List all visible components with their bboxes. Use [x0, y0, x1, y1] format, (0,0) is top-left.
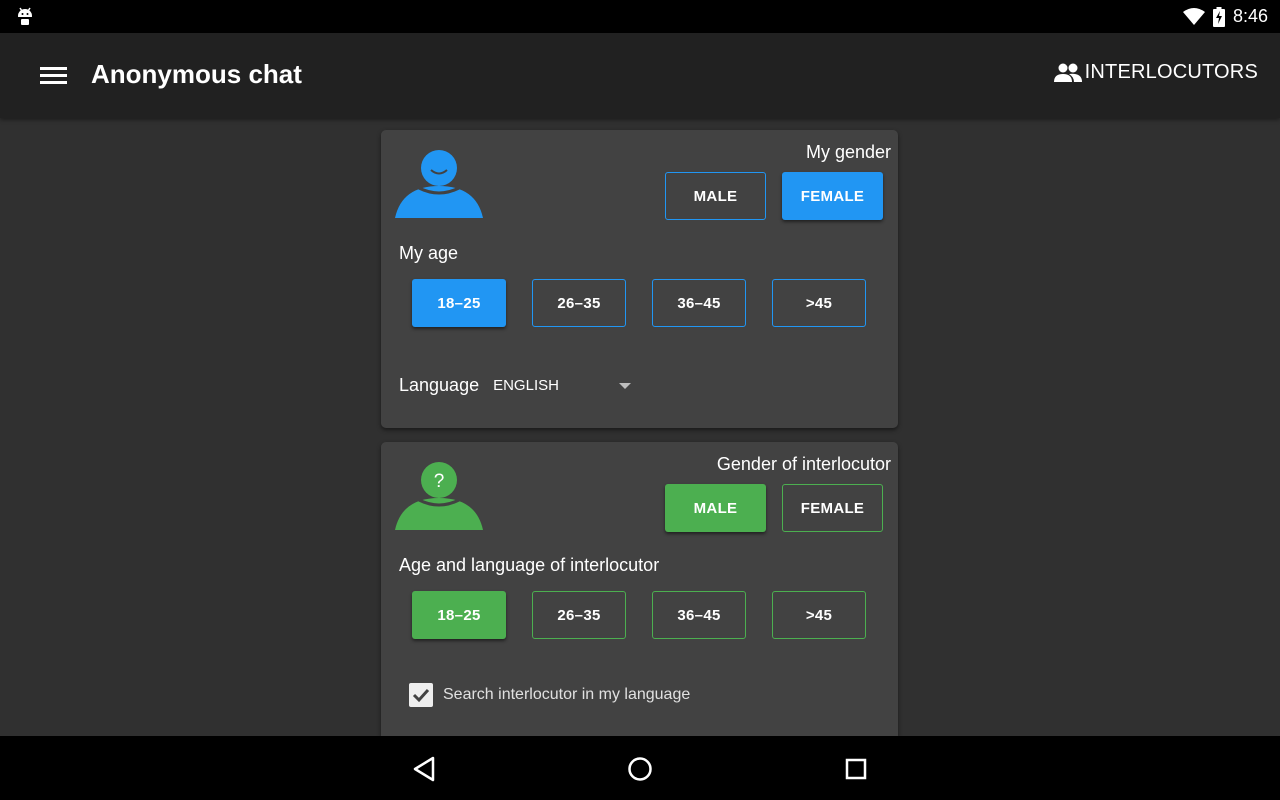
wifi-icon: [1182, 7, 1205, 25]
battery-charging-icon: [1212, 6, 1225, 27]
interlocutor-age-36-45-button[interactable]: 36–45: [652, 591, 746, 639]
home-icon[interactable]: [623, 752, 657, 786]
android-icon: [18, 7, 32, 26]
my-age-36-45-button[interactable]: 36–45: [652, 279, 746, 327]
language-row: Language ENGLISH: [399, 375, 631, 396]
my-age-18-25-button[interactable]: 18–25: [412, 279, 506, 327]
checkmark-icon: [412, 688, 430, 703]
interlocutor-age-over-45-button[interactable]: >45: [772, 591, 866, 639]
status-bar: 8:46: [0, 0, 1280, 33]
my-gender-female-button[interactable]: FEMALE: [782, 172, 883, 220]
interlocutor-card: ? Gender of interlocutor MALE FEMALE Age…: [381, 442, 898, 736]
interlocutor-gender-male-button[interactable]: MALE: [665, 484, 766, 532]
interlocutor-gender-female-button[interactable]: FEMALE: [782, 484, 883, 532]
my-profile-card: My gender MALE FEMALE My age 18–25 26–35…: [381, 130, 898, 428]
same-language-option[interactable]: Search interlocutor in my language: [409, 683, 690, 707]
my-age-label: My age: [399, 243, 459, 263]
same-language-checkbox[interactable]: [409, 683, 433, 707]
my-age-over-45-button[interactable]: >45: [772, 279, 866, 327]
user-avatar-icon: [395, 150, 483, 218]
interlocutor-age-26-35-button[interactable]: 26–35: [532, 591, 626, 639]
interlocutor-age-label: Age and language of interlocutor: [399, 555, 660, 575]
app-bar: Anonymous chat INTERLOCUTORS: [0, 33, 1280, 118]
navigation-bar: [0, 736, 1280, 800]
language-label: Language: [399, 375, 480, 395]
dropdown-arrow-icon: [618, 382, 631, 389]
my-age-26-35-button[interactable]: 26–35: [532, 279, 626, 327]
language-value: ENGLISH: [493, 377, 559, 394]
menu-icon[interactable]: [36, 61, 72, 91]
status-time: 8:46: [1232, 6, 1268, 26]
recents-icon[interactable]: [839, 752, 873, 786]
app-title: Anonymous chat: [91, 59, 302, 89]
interlocutor-age-18-25-button[interactable]: 18–25: [412, 591, 506, 639]
back-icon[interactable]: [408, 752, 442, 786]
interlocutors-label: INTERLOCUTORS: [1084, 61, 1258, 83]
my-gender-male-button[interactable]: MALE: [665, 172, 766, 220]
unknown-user-avatar-icon: ?: [395, 462, 483, 530]
interlocutors-button[interactable]: INTERLOCUTORS: [1053, 61, 1258, 84]
interlocutor-gender-label: Gender of interlocutor: [716, 454, 891, 474]
avatar-question-mark: ?: [434, 471, 445, 492]
people-icon: [1053, 63, 1082, 82]
my-gender-label: My gender: [805, 142, 891, 162]
same-language-label: Search interlocutor in my language: [443, 686, 691, 703]
language-select[interactable]: ENGLISH: [493, 377, 631, 394]
